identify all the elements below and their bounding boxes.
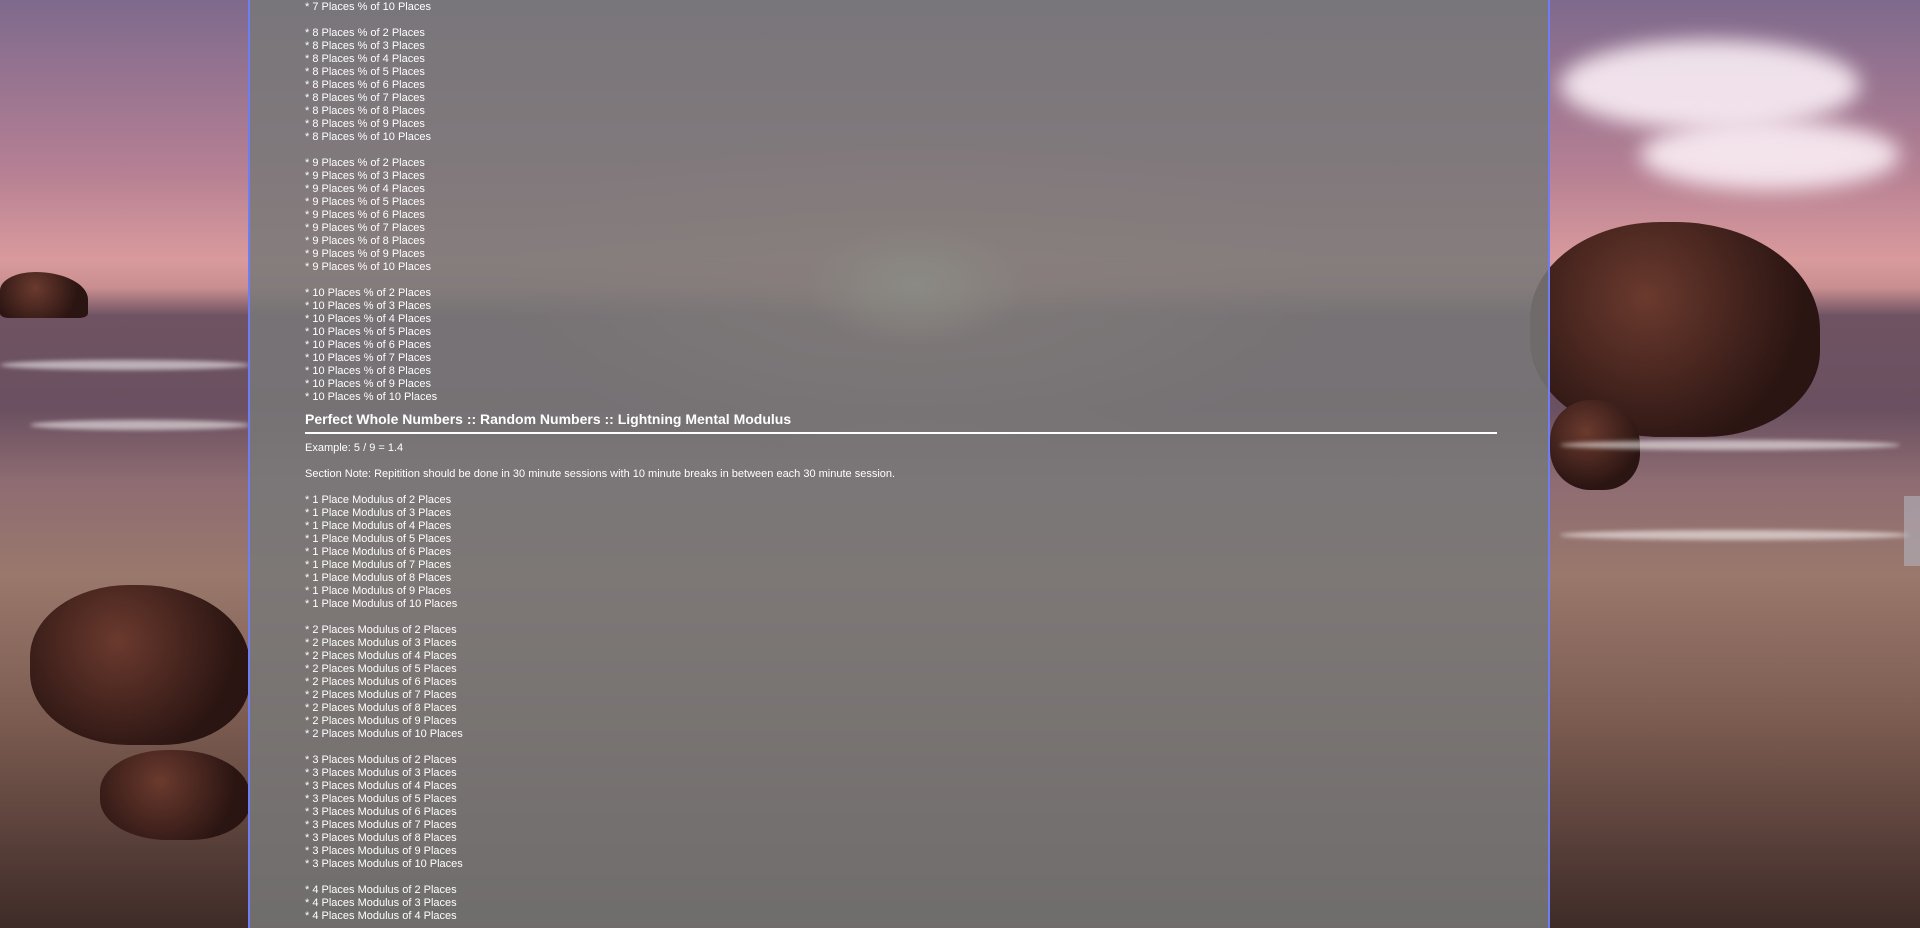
percent-list-item: * 10 Places % of 6 Places xyxy=(305,339,431,351)
percent-list-item: * 10 Places % of 4 Places xyxy=(305,313,431,325)
percent-list-item: * 8 Places % of 2 Places xyxy=(305,27,425,39)
modulus-list-item: * 3 Places Modulus of 2 Places xyxy=(305,754,457,766)
section-note: Section Note: Repitition should be done … xyxy=(305,468,896,480)
percent-list-item: * 9 Places % of 5 Places xyxy=(305,196,425,208)
percent-list-item: * 8 Places % of 6 Places xyxy=(305,79,425,91)
content-body: * 7 Places % of 9 Places* 7 Places % of … xyxy=(305,0,1497,923)
percent-list-item: * 8 Places % of 9 Places xyxy=(305,118,425,130)
percent-list-item: * 8 Places % of 10 Places xyxy=(305,131,431,143)
percent-list-item: * 8 Places % of 4 Places xyxy=(305,53,425,65)
modulus-list-item: * 3 Places Modulus of 10 Places xyxy=(305,858,463,870)
modulus-list-item: * 1 Place Modulus of 3 Places xyxy=(305,507,452,519)
section-example: Example: 5 / 9 = 1.4 xyxy=(305,442,404,454)
modulus-list-item: * 2 Places Modulus of 4 Places xyxy=(305,650,457,662)
modulus-list-item: * 3 Places Modulus of 3 Places xyxy=(305,767,457,779)
modulus-list-item: * 2 Places Modulus of 3 Places xyxy=(305,637,457,649)
percent-list-item: * 9 Places % of 8 Places xyxy=(305,235,425,247)
percent-list-item: * 9 Places % of 2 Places xyxy=(305,157,425,169)
percent-list-item: * 9 Places % of 7 Places xyxy=(305,222,425,234)
modulus-list-item: * 4 Places Modulus of 4 Places xyxy=(305,910,457,922)
percent-list-item: * 10 Places % of 2 Places xyxy=(305,287,431,299)
percent-list-item: * 9 Places % of 6 Places xyxy=(305,209,425,221)
modulus-list-item: * 1 Place Modulus of 7 Places xyxy=(305,559,452,571)
percent-list-item: * 7 Places % of 10 Places xyxy=(305,1,431,13)
percent-list: * 7 Places % of 9 Places* 7 Places % of … xyxy=(305,0,1497,404)
modulus-list-item: * 2 Places Modulus of 2 Places xyxy=(305,624,457,636)
percent-list-item: * 9 Places % of 9 Places xyxy=(305,248,425,260)
modulus-list-item: * 2 Places Modulus of 5 Places xyxy=(305,663,457,675)
percent-list-item: * 10 Places % of 9 Places xyxy=(305,378,431,390)
modulus-list-item: * 1 Place Modulus of 10 Places xyxy=(305,598,458,610)
modulus-list-item: * 1 Place Modulus of 4 Places xyxy=(305,520,452,532)
modulus-list-item: * 1 Place Modulus of 2 Places xyxy=(305,494,452,506)
percent-list-item: * 10 Places % of 10 Places xyxy=(305,391,438,403)
modulus-list-item: * 2 Places Modulus of 9 Places xyxy=(305,715,457,727)
modulus-list-item: * 4 Places Modulus of 3 Places xyxy=(305,897,457,909)
modulus-list-item: * 3 Places Modulus of 8 Places xyxy=(305,832,457,844)
percent-list-item: * 9 Places % of 3 Places xyxy=(305,170,425,182)
percent-list-item: * 8 Places % of 3 Places xyxy=(305,40,425,52)
modulus-list-item: * 1 Place Modulus of 8 Places xyxy=(305,572,452,584)
rock-left-foreground xyxy=(30,585,250,745)
modulus-list-item: * 3 Places Modulus of 4 Places xyxy=(305,780,457,792)
modulus-list-item: * 2 Places Modulus of 6 Places xyxy=(305,676,457,688)
modulus-list-item: * 1 Place Modulus of 6 Places xyxy=(305,546,452,558)
percent-list-item: * 10 Places % of 8 Places xyxy=(305,365,431,377)
scrollbar-thumb[interactable] xyxy=(1904,496,1920,566)
percent-list-item: * 9 Places % of 10 Places xyxy=(305,261,431,273)
percent-list-item: * 8 Places % of 8 Places xyxy=(305,105,425,117)
modulus-list-item: * 4 Places Modulus of 2 Places xyxy=(305,884,457,896)
modulus-list-item: * 2 Places Modulus of 8 Places xyxy=(305,702,457,714)
modulus-list-item: * 3 Places Modulus of 6 Places xyxy=(305,806,457,818)
section-title: Perfect Whole Numbers :: Random Numbers … xyxy=(305,410,1497,434)
modulus-list-item: * 1 Place Modulus of 5 Places xyxy=(305,533,452,545)
modulus-list: * 1 Place Modulus of 2 Places * 1 Place M… xyxy=(305,494,1497,923)
rock-right-large xyxy=(1530,222,1820,437)
percent-list-item: * 8 Places % of 7 Places xyxy=(305,92,425,104)
modulus-list-item: * 3 Places Modulus of 7 Places xyxy=(305,819,457,831)
modulus-list-item: * 2 Places Modulus of 10 Places xyxy=(305,728,463,740)
rock-left-horizon xyxy=(0,272,88,318)
percent-list-item: * 10 Places % of 5 Places xyxy=(305,326,431,338)
modulus-list-item: * 3 Places Modulus of 5 Places xyxy=(305,793,457,805)
modulus-list-item: * 2 Places Modulus of 7 Places xyxy=(305,689,457,701)
modulus-list-item: * 3 Places Modulus of 9 Places xyxy=(305,845,457,857)
modulus-list-item: * 1 Place Modulus of 9 Places xyxy=(305,585,452,597)
content-panel: * 7 Places % of 9 Places* 7 Places % of … xyxy=(248,0,1550,928)
percent-list-item: * 8 Places % of 5 Places xyxy=(305,66,425,78)
percent-list-item: * 10 Places % of 3 Places xyxy=(305,300,431,312)
percent-list-item: * 9 Places % of 4 Places xyxy=(305,183,425,195)
percent-list-item: * 10 Places % of 7 Places xyxy=(305,352,431,364)
